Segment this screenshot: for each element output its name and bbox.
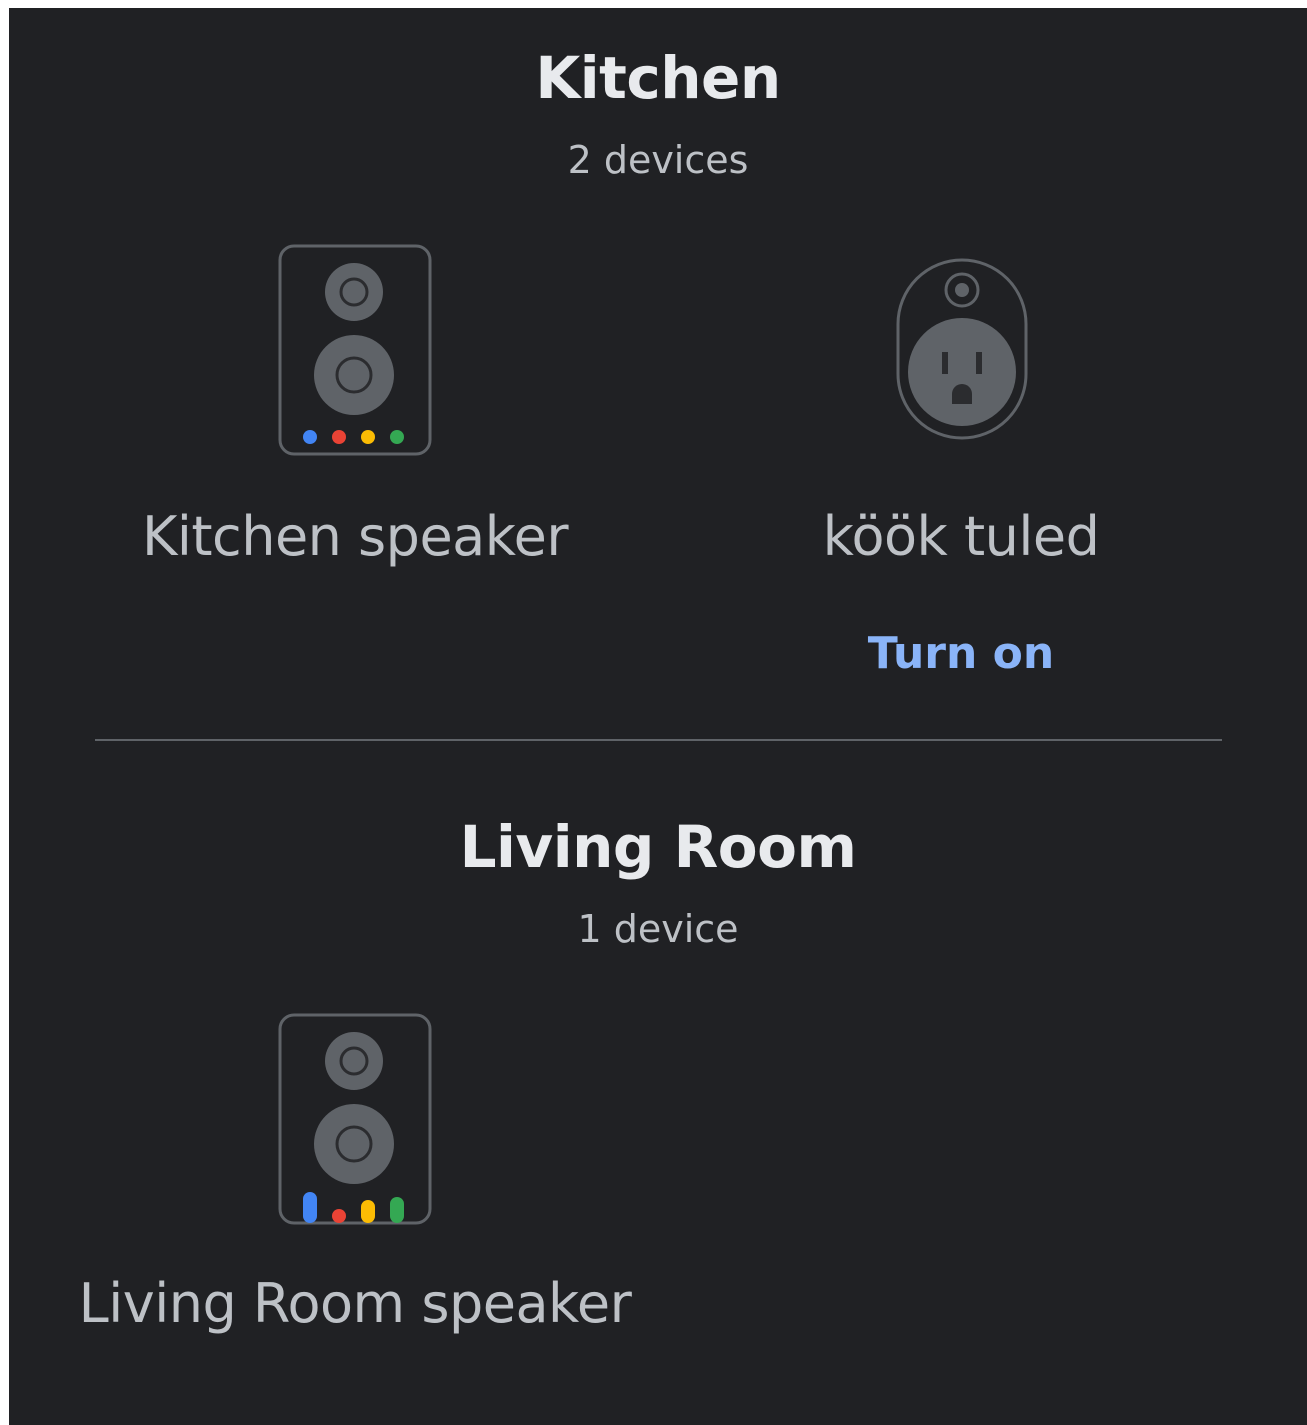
room-device-count: 1 device <box>577 907 739 951</box>
turn-on-button[interactable]: Turn on <box>661 628 1261 679</box>
smart-plug-icon <box>896 258 1028 440</box>
smart-speaker-active-icon <box>278 1013 432 1225</box>
smart-speaker-icon <box>278 244 432 456</box>
device-tile-kitchen-speaker[interactable]: Kitchen speaker <box>55 238 655 618</box>
room-living-room: Living Room 1 device Living Room speaker <box>9 741 1307 1425</box>
room-device-count: 2 devices <box>567 138 749 182</box>
device-name: köök tuled <box>822 505 1100 568</box>
device-name: Kitchen speaker <box>141 505 569 568</box>
room-title: Kitchen <box>535 44 781 112</box>
room-kitchen: Kitchen 2 devices Kitchen speaker köök t… <box>9 8 1307 740</box>
room-title: Living Room <box>459 813 857 881</box>
device-tile-kook-tuled[interactable]: köök tuled Turn on <box>661 238 1261 708</box>
device-tile-living-room-speaker[interactable]: Living Room speaker <box>55 1007 655 1417</box>
device-name: Living Room speaker <box>78 1272 632 1335</box>
home-devices-screen: Kitchen 2 devices Kitchen speaker köök t… <box>9 8 1307 1425</box>
